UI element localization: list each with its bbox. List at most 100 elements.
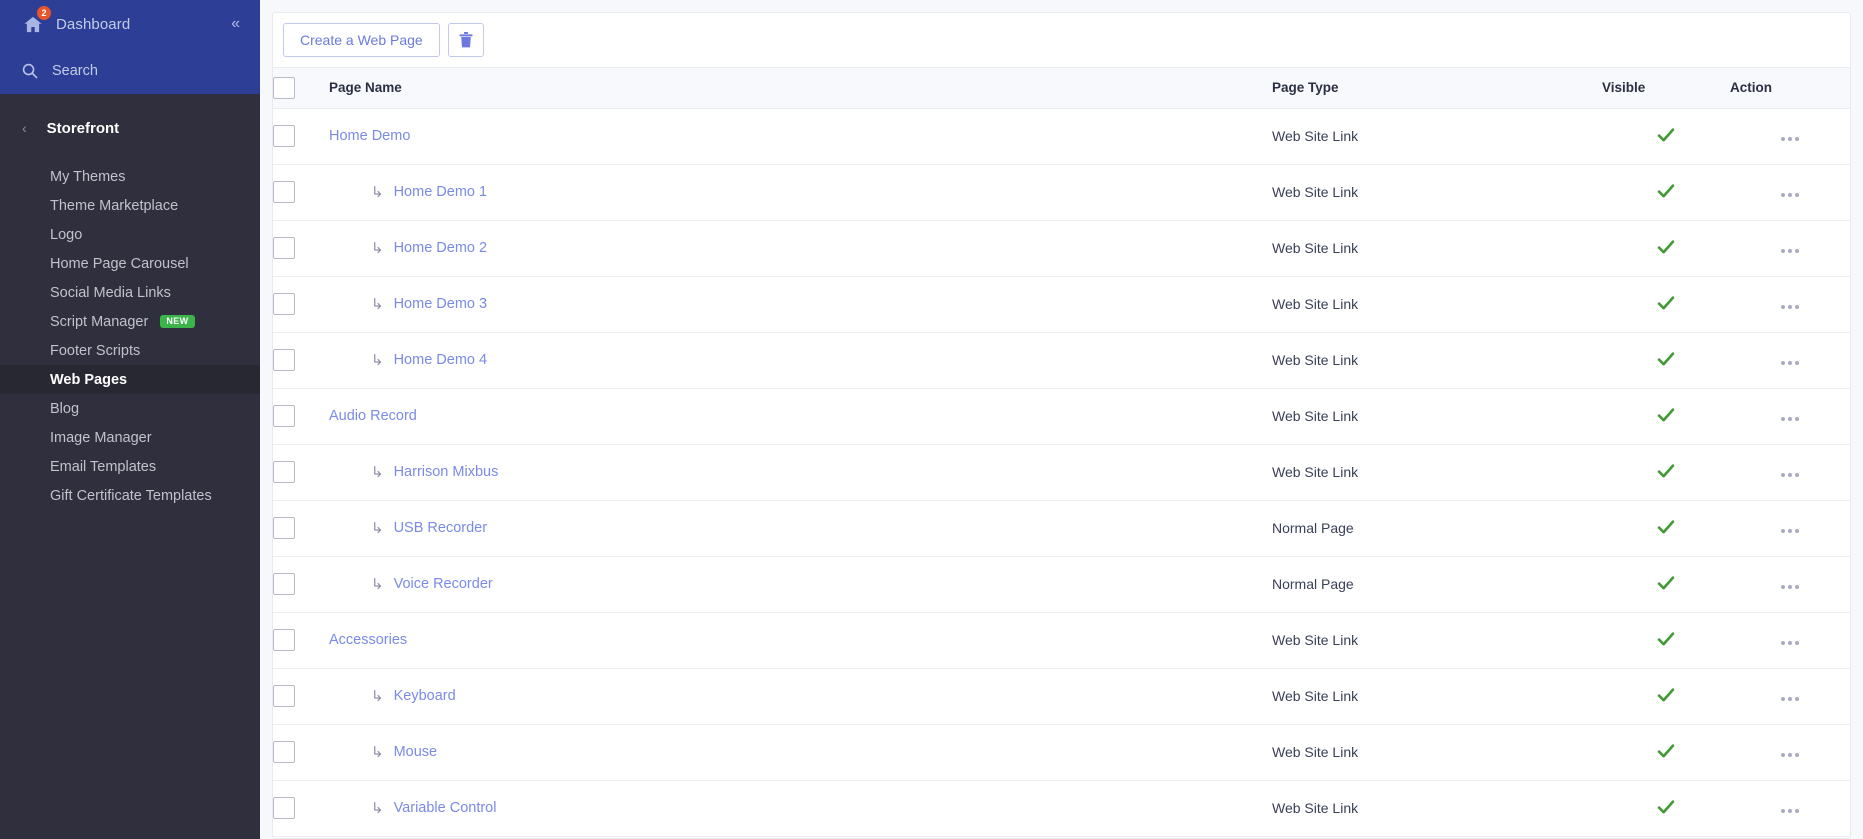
page-name-link[interactable]: Voice Recorder [394,576,493,592]
sidebar-item-my-themes[interactable]: My Themes [0,162,260,191]
sidebar: 2 Dashboard « Search ‹ Storefront My The… [0,0,260,839]
table-row: ↳ Keyboard Web Site Link [273,668,1850,725]
sidebar-item-label: Web Pages [50,371,128,388]
sidebar-item-dashboard[interactable]: 2 Dashboard « [0,0,260,48]
subpage-arrow-icon: ↳ [371,519,384,537]
page-name-link[interactable]: Variable Control [394,800,497,816]
page-name-link[interactable]: USB Recorder [394,520,487,536]
page-name-wrapper: Home Demo [329,128,1272,144]
page-name-link[interactable]: Audio Record [329,408,417,424]
check-icon [1657,631,1675,645]
action-cell [1730,332,1850,389]
sidebar-item-web-pages[interactable]: Web Pages [0,365,260,394]
row-checkbox[interactable] [273,629,295,651]
sidebar-item-home-page-carousel[interactable]: Home Page Carousel [0,249,260,278]
action-cell [1730,276,1850,333]
row-actions-menu-icon[interactable] [1781,193,1799,197]
row-checkbox[interactable] [273,349,295,371]
check-icon [1657,463,1675,477]
row-actions-menu-icon[interactable] [1781,753,1799,757]
page-name-cell: ↳ Variable Control [329,780,1272,837]
sidebar-item-theme-marketplace[interactable]: Theme Marketplace [0,191,260,220]
row-checkbox[interactable] [273,797,295,819]
page-type-value: Normal Page [1272,576,1354,592]
select-all-checkbox[interactable] [273,76,295,99]
row-checkbox[interactable] [273,293,295,315]
page-name-link[interactable]: Home Demo 2 [394,240,487,256]
sidebar-item-email-templates[interactable]: Email Templates [0,452,260,481]
page-name-cell: Audio Record [329,388,1272,445]
create-web-page-button[interactable]: Create a Web Page [283,22,440,58]
row-actions-menu-icon[interactable] [1781,473,1799,477]
page-name-link[interactable]: Home Demo 4 [394,352,487,368]
sidebar-item-script-manager[interactable]: Script Manager NEW [0,307,260,336]
collapse-sidebar-icon[interactable]: « [231,16,240,32]
check-icon [1657,575,1675,589]
row-checkbox[interactable] [273,685,295,707]
row-checkbox[interactable] [273,517,295,539]
table-body: Home Demo Web Site Link ↳ Home Demo 1 Web Si… [273,108,1850,837]
row-actions-menu-icon[interactable] [1781,417,1799,421]
table-row: ↳ Home Demo 4 Web Site Link [273,332,1850,389]
row-checkbox[interactable] [273,741,295,763]
check-icon [1657,127,1675,141]
check-icon [1657,183,1675,197]
visible-cell [1602,668,1730,725]
visible-cell [1602,388,1730,445]
header-visible[interactable]: Visible [1602,68,1730,109]
header-page-name[interactable]: Page Name [329,68,1272,109]
row-checkbox[interactable] [273,461,295,483]
row-select-cell [273,668,329,725]
row-actions-menu-icon[interactable] [1781,137,1799,141]
visible-cell [1602,444,1730,501]
visible-cell [1602,108,1730,165]
page-type-value: Web Site Link [1272,800,1359,816]
row-actions-menu-icon[interactable] [1781,697,1799,701]
row-actions-menu-icon[interactable] [1781,249,1799,253]
chevron-left-icon[interactable]: ‹ [22,121,27,135]
action-cell [1730,500,1850,557]
sidebar-item-social-media-links[interactable]: Social Media Links [0,278,260,307]
page-name-link[interactable]: Keyboard [394,688,456,704]
page-type-cell: Web Site Link [1272,164,1602,221]
table-row: ↳ Variable Control Web Site Link [273,780,1850,837]
sidebar-section-storefront[interactable]: ‹ Storefront [0,94,260,162]
delete-button[interactable] [447,23,484,57]
sidebar-item-logo[interactable]: Logo [0,220,260,249]
row-checkbox[interactable] [273,237,295,259]
sidebar-item-image-manager[interactable]: Image Manager [0,423,260,452]
sidebar-item-footer-scripts[interactable]: Footer Scripts [0,336,260,365]
main-content: Create a Web Page Page Name Page Type Vi… [260,0,1863,839]
row-actions-menu-icon[interactable] [1781,809,1799,813]
page-type-cell: Web Site Link [1272,668,1602,725]
row-checkbox[interactable] [273,125,295,147]
sidebar-item-label: Footer Scripts [50,342,141,359]
row-actions-menu-icon[interactable] [1781,305,1799,309]
row-checkbox[interactable] [273,405,295,427]
sidebar-item-blog[interactable]: Blog [0,394,260,423]
row-checkbox[interactable] [273,573,295,595]
sidebar-item-gift-certificate-templates[interactable]: Gift Certificate Templates [0,481,260,510]
subpage-arrow-icon: ↳ [371,463,384,481]
row-actions-menu-icon[interactable] [1781,641,1799,645]
page-name-link[interactable]: Home Demo 1 [394,184,487,200]
row-actions-menu-icon[interactable] [1781,529,1799,533]
page-name-link[interactable]: Home Demo 3 [394,296,487,312]
page-name-link[interactable]: Harrison Mixbus [394,464,499,480]
page-name-link[interactable]: Home Demo [329,128,410,144]
row-checkbox[interactable] [273,181,295,203]
check-icon [1657,743,1675,757]
page-type-value: Normal Page [1272,520,1354,536]
action-cell [1730,108,1850,165]
subpage-arrow-icon: ↳ [371,799,384,817]
page-type-value: Web Site Link [1272,240,1359,256]
subpage-arrow-icon: ↳ [371,295,384,313]
row-actions-menu-icon[interactable] [1781,585,1799,589]
page-name-link[interactable]: Accessories [329,632,407,648]
search-input[interactable]: Search [0,48,260,94]
header-page-type[interactable]: Page Type [1272,68,1602,109]
row-select-cell [273,780,329,837]
web-pages-panel: Create a Web Page Page Name Page Type Vi… [272,12,1851,839]
row-actions-menu-icon[interactable] [1781,361,1799,365]
page-name-link[interactable]: Mouse [394,744,438,760]
